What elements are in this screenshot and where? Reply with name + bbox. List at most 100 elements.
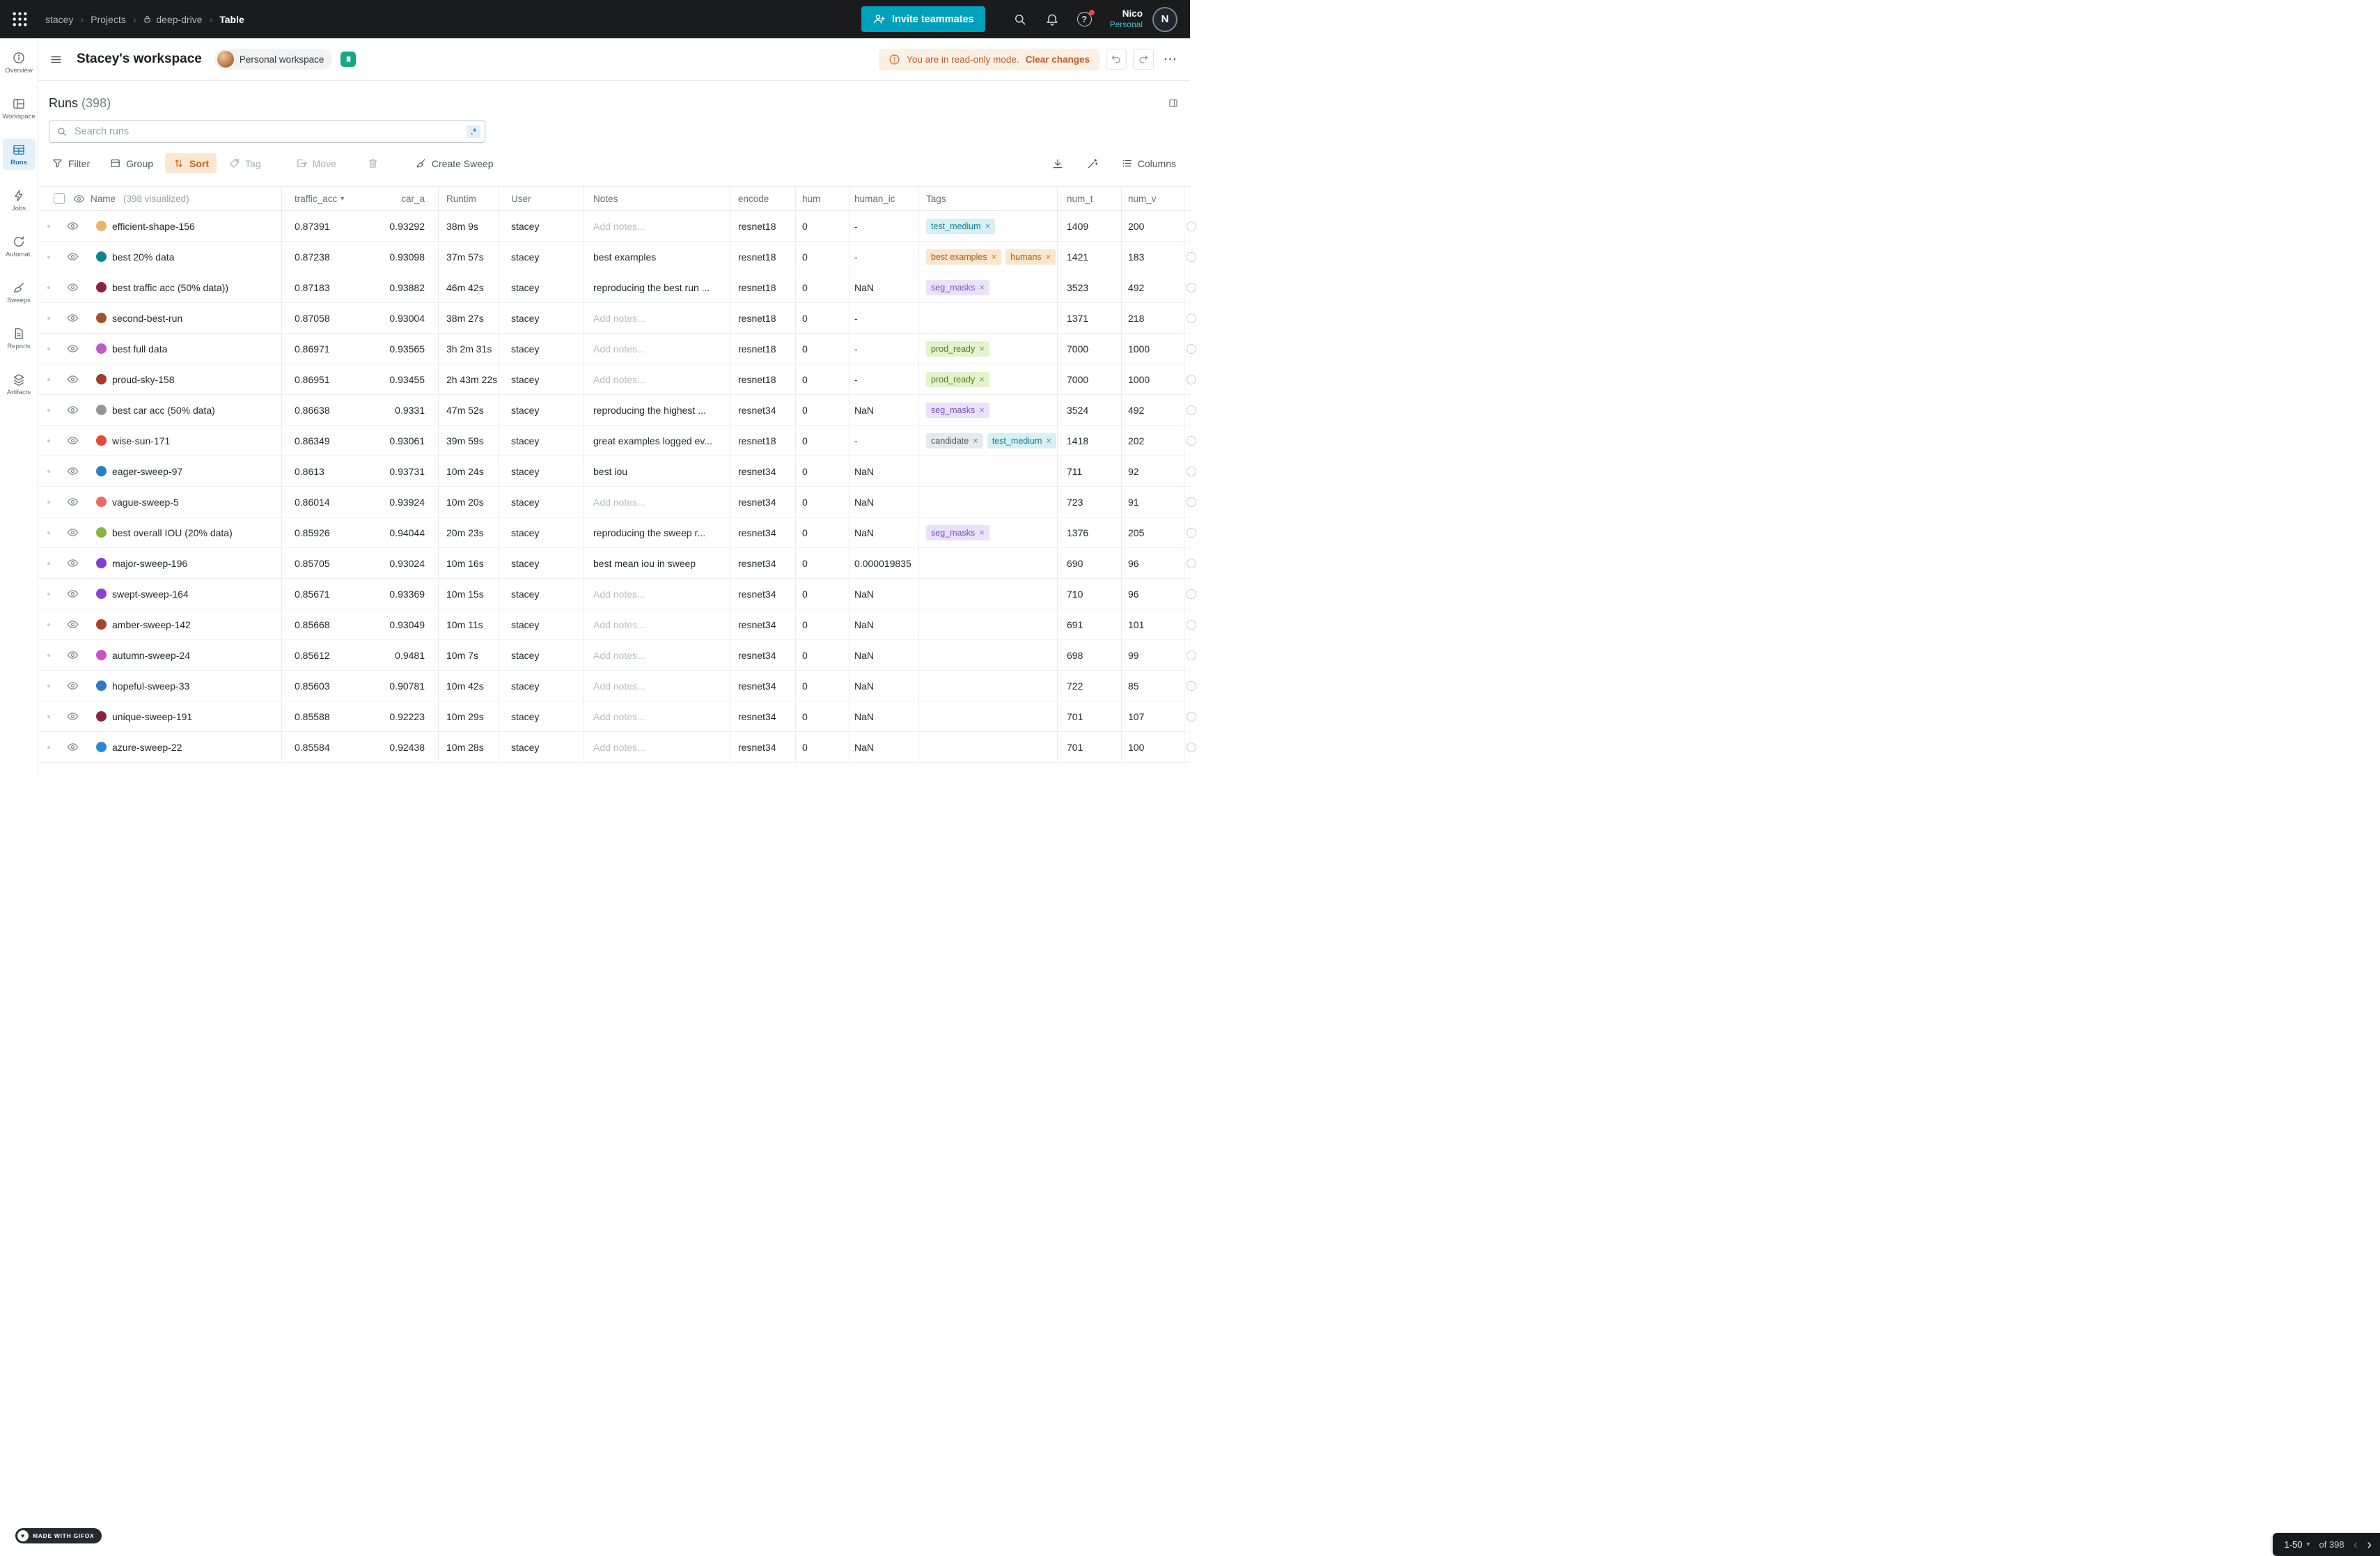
table-row[interactable]: amber-sweep-1420.856680.9304910m 11sstac… xyxy=(38,609,1190,640)
tag-chip[interactable]: test_medium× xyxy=(987,433,1056,449)
panel-toggle-icon[interactable] xyxy=(1168,98,1179,109)
table-row[interactable]: swept-sweep-1640.856710.9336910m 15sstac… xyxy=(38,579,1190,609)
run-name-link[interactable]: azure-sweep-22 xyxy=(112,742,182,753)
table-row[interactable]: unique-sweep-1910.855880.9222310m 29ssta… xyxy=(38,701,1190,732)
tag-remove-icon[interactable]: × xyxy=(1046,251,1051,262)
column-header-name[interactable]: Name(398 visualized) xyxy=(91,187,281,210)
run-notes[interactable]: best iou xyxy=(593,466,627,477)
run-name-link[interactable]: amber-sweep-142 xyxy=(112,619,191,630)
cell-notes[interactable]: best iou xyxy=(583,456,730,486)
run-name-link[interactable]: best car acc (50% data) xyxy=(112,405,215,416)
run-notes-placeholder[interactable]: Add notes... xyxy=(593,650,645,661)
column-header-traffic-acc[interactable]: traffic_acc▾ xyxy=(281,187,354,210)
visibility-eye-icon[interactable] xyxy=(67,710,79,722)
avatar[interactable]: N xyxy=(1152,7,1177,32)
page-range-dropdown[interactable]: 1-50▾ xyxy=(2284,1539,2310,1550)
run-name-link[interactable]: best full data xyxy=(112,343,167,355)
column-header-tags[interactable]: Tags xyxy=(918,187,1057,210)
cell-notes[interactable]: Add notes... xyxy=(583,364,730,394)
visibility-eye-icon[interactable] xyxy=(67,527,79,538)
tag-remove-icon[interactable]: × xyxy=(992,251,997,262)
tag-remove-icon[interactable]: × xyxy=(979,282,985,293)
drag-handle-icon[interactable] xyxy=(47,439,50,442)
more-options-icon[interactable]: ⋯ xyxy=(1164,52,1177,68)
drag-handle-icon[interactable] xyxy=(47,348,50,350)
saved-view-icon[interactable] xyxy=(340,52,356,67)
table-row[interactable]: eager-sweep-970.86130.9373110m 24sstacey… xyxy=(38,456,1190,487)
columns-button[interactable]: Columns xyxy=(1118,153,1179,173)
cell-notes[interactable]: Add notes... xyxy=(583,334,730,364)
tag-chip[interactable]: prod_ready× xyxy=(926,341,989,357)
visibility-eye-icon[interactable] xyxy=(67,220,79,232)
select-all-checkbox[interactable] xyxy=(54,193,65,204)
drag-handle-icon[interactable] xyxy=(47,562,50,565)
table-row[interactable]: hopeful-sweep-330.856030.9078110m 42ssta… xyxy=(38,671,1190,701)
run-notes-placeholder[interactable]: Add notes... xyxy=(593,313,645,324)
run-notes-placeholder[interactable]: Add notes... xyxy=(593,711,645,722)
drag-handle-icon[interactable] xyxy=(47,715,50,718)
move-button[interactable]: Move xyxy=(288,153,344,173)
run-notes-placeholder[interactable]: Add notes... xyxy=(593,680,645,692)
drag-handle-icon[interactable] xyxy=(47,286,50,289)
visibility-eye-icon[interactable] xyxy=(67,373,79,385)
drag-handle-icon[interactable] xyxy=(47,256,50,258)
drag-handle-icon[interactable] xyxy=(47,409,50,412)
tag-chip[interactable]: seg_masks× xyxy=(926,403,989,418)
run-name-link[interactable]: eager-sweep-97 xyxy=(112,466,182,477)
drag-handle-icon[interactable] xyxy=(47,378,50,381)
column-header-num-v[interactable]: num_v xyxy=(1121,187,1184,210)
run-name-link[interactable]: efficient-shape-156 xyxy=(112,221,195,232)
table-row[interactable]: best car acc (50% data)0.866380.933147m … xyxy=(38,395,1190,426)
sort-button[interactable]: Sort xyxy=(165,153,217,173)
visibility-eye-icon[interactable] xyxy=(67,741,79,753)
table-row[interactable]: autumn-sweep-240.856120.948110m 7sstacey… xyxy=(38,640,1190,671)
run-notes[interactable]: reproducing the highest ... xyxy=(593,405,706,416)
visibility-eye-icon[interactable] xyxy=(67,435,79,446)
cell-notes[interactable]: great examples logged ev... xyxy=(583,426,730,456)
sidebar-item-sweeps[interactable]: Sweeps xyxy=(3,277,36,308)
cell-notes[interactable]: Add notes... xyxy=(583,640,730,670)
cell-notes[interactable]: best mean iou in sweep xyxy=(583,548,730,578)
visibility-eye-icon[interactable] xyxy=(67,618,79,630)
run-name-link[interactable]: hopeful-sweep-33 xyxy=(112,680,189,692)
tag-remove-icon[interactable]: × xyxy=(1046,435,1051,446)
drag-handle-icon[interactable] xyxy=(47,593,50,596)
cell-notes[interactable]: Add notes... xyxy=(583,303,730,333)
run-name-link[interactable]: best 20% data xyxy=(112,251,175,263)
run-notes[interactable]: great examples logged ev... xyxy=(593,435,712,446)
tag-chip[interactable]: candidate× xyxy=(926,433,983,449)
cell-notes[interactable]: reproducing the sweep r... xyxy=(583,518,730,547)
run-name-link[interactable]: best overall IOU (20% data) xyxy=(112,527,233,538)
visibility-eye-icon[interactable] xyxy=(67,343,79,355)
run-notes-placeholder[interactable]: Add notes... xyxy=(593,374,645,385)
breadcrumb-item[interactable]: Table xyxy=(219,14,244,25)
run-name-link[interactable]: unique-sweep-191 xyxy=(112,711,192,722)
search-runs-input[interactable] xyxy=(73,125,461,138)
table-row[interactable]: major-sweep-1960.857050.9302410m 16sstac… xyxy=(38,548,1190,579)
delete-button[interactable] xyxy=(359,153,386,173)
run-notes[interactable]: best examples xyxy=(593,251,656,263)
cell-notes[interactable]: Add notes... xyxy=(583,671,730,701)
visibility-eye-icon[interactable] xyxy=(67,465,79,477)
regex-toggle[interactable]: .* xyxy=(467,125,480,138)
run-name-link[interactable]: major-sweep-196 xyxy=(112,558,187,569)
sidebar-item-reports[interactable]: Reports xyxy=(3,322,36,354)
table-row[interactable]: best 20% data0.872380.9309837m 57sstacey… xyxy=(38,242,1190,272)
sidebar-item-workspace[interactable]: Workspace xyxy=(3,93,36,124)
run-notes-placeholder[interactable]: Add notes... xyxy=(593,619,645,630)
user-menu[interactable]: Nico Personal xyxy=(1110,8,1143,31)
drag-handle-icon[interactable] xyxy=(47,531,50,534)
drag-handle-icon[interactable] xyxy=(47,654,50,657)
cell-notes[interactable]: reproducing the best run ... xyxy=(583,272,730,302)
search-icon[interactable] xyxy=(1013,13,1027,26)
invite-teammates-button[interactable]: Invite teammates xyxy=(861,6,985,32)
tag-remove-icon[interactable]: × xyxy=(979,527,985,538)
visibility-eye-icon[interactable] xyxy=(67,680,79,692)
column-header-num-t[interactable]: num_t xyxy=(1057,187,1121,210)
table-row[interactable]: efficient-shape-1560.873910.9329238m 9ss… xyxy=(38,211,1190,242)
table-row[interactable]: best full data0.869710.935653h 2m 31ssta… xyxy=(38,334,1190,364)
table-row[interactable]: second-best-run0.870580.9300438m 27sstac… xyxy=(38,303,1190,334)
run-notes-placeholder[interactable]: Add notes... xyxy=(593,221,645,232)
cell-notes[interactable]: best examples xyxy=(583,242,730,272)
visibility-eye-icon[interactable] xyxy=(67,281,79,293)
